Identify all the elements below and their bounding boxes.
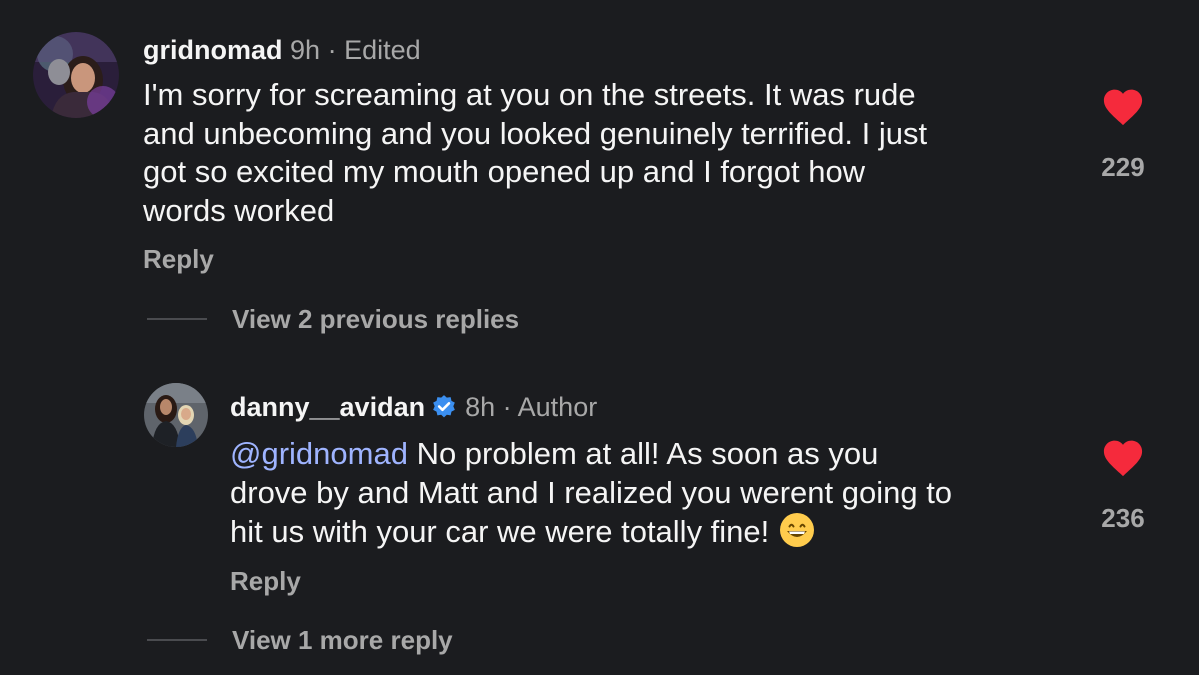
reply-button[interactable]: Reply — [143, 244, 214, 275]
like-count: 229 — [1101, 152, 1145, 182]
view-more-replies-button[interactable]: View 1 more reply — [232, 625, 453, 656]
avatar-gridnomad[interactable] — [33, 32, 119, 118]
replies-divider — [147, 639, 207, 641]
heart-icon[interactable] — [1101, 86, 1145, 126]
avatar-image — [144, 383, 208, 447]
meta-separator: · — [502, 392, 512, 422]
view-previous-replies-button[interactable]: View 2 previous replies — [232, 304, 519, 335]
reply-header: danny__avidan 8h · Author — [230, 391, 597, 423]
comment-thread: gridnomad 9h · Edited I'm sorry for scre… — [0, 0, 1199, 675]
reply-like: 236 — [1083, 437, 1163, 534]
comment-line: and unbecoming and you looked genuinely … — [143, 115, 928, 151]
mention-link[interactable]: @gridnomad — [230, 436, 408, 471]
username[interactable]: gridnomad — [143, 35, 283, 65]
grinning-face-emoji-icon — [780, 513, 815, 547]
like-count: 236 — [1101, 503, 1145, 533]
replies-divider — [147, 318, 207, 320]
reply-line: drove by and Matt and I realized you wer… — [230, 474, 953, 510]
reply-line-text: No problem at all! As soon as you — [407, 436, 879, 471]
meta-separator: · — [327, 35, 337, 65]
reply-button[interactable]: Reply — [230, 566, 301, 597]
username[interactable]: danny__avidan — [230, 392, 425, 422]
reply-line: hit us with your car we were totally fin… — [230, 512, 952, 552]
timestamp: 9h — [290, 35, 321, 65]
comment-line: words worked — [143, 192, 335, 228]
heart-icon[interactable] — [1101, 437, 1145, 477]
comment-line: I'm sorry for screaming at you on the st… — [143, 77, 916, 112]
reply-text: @gridnomad No problem at all! As soon as… — [230, 435, 952, 552]
avatar-image — [33, 32, 119, 118]
comment-like: 229 — [1083, 86, 1163, 183]
edited-label: Edited — [344, 35, 421, 65]
author-label: Author — [517, 392, 598, 422]
comment-header: gridnomad 9h · Edited — [143, 34, 421, 66]
timestamp: 8h — [465, 392, 496, 422]
reply-line-text: hit us with your car we were totally fin… — [230, 514, 770, 549]
comment-line: got so excited my mouth opened up and I … — [143, 154, 866, 189]
reply-line: @gridnomad No problem at all! As soon as… — [230, 435, 952, 474]
verified-badge-icon — [433, 395, 455, 418]
comment-text: I'm sorry for screaming at you on the st… — [143, 76, 927, 230]
avatar-danny-avidan[interactable] — [144, 383, 208, 447]
